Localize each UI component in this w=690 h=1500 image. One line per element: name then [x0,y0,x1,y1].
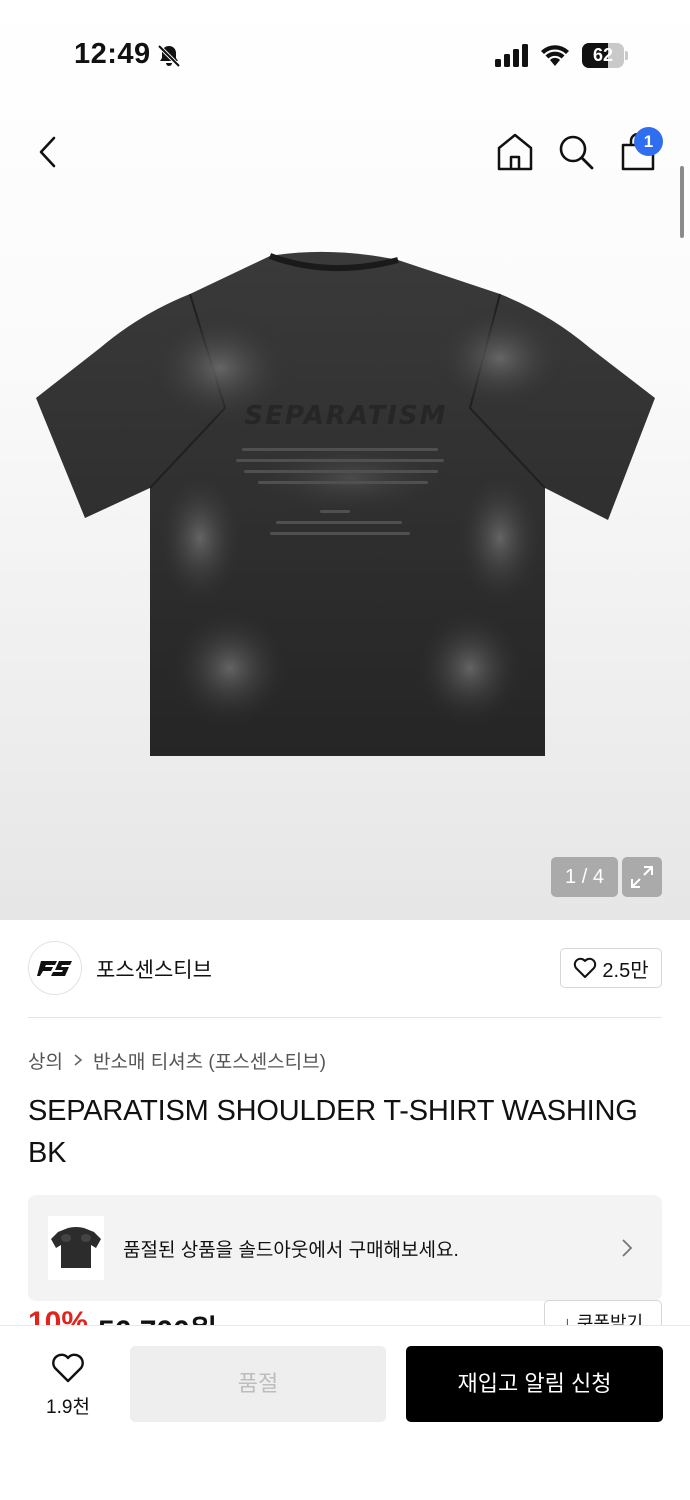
soldout-marketplace-banner[interactable]: 품절된 상품을 솔드아웃에서 구매해보세요. [28,1195,662,1301]
heart-icon [52,1353,84,1383]
soldout-button[interactable]: 품절 [130,1346,386,1422]
bell-muted-icon [157,44,181,68]
product-like-button[interactable]: 1.9천 [28,1348,108,1420]
brand-row: 포스센스티브 2.5만 [0,920,690,1018]
brand-logo-mark-icon [37,961,72,976]
sale-price: 56,700원 [98,1306,217,1326]
status-bar: 12:49 62 [0,0,690,110]
search-button[interactable] [554,130,598,174]
soldout-banner-text: 품절된 상품을 솔드아웃에서 구매해보세요. [123,1240,459,1261]
wifi-icon [541,45,569,66]
brand-logo[interactable] [28,941,82,995]
expand-image-button[interactable] [622,857,662,897]
expand-icon [631,866,653,888]
scrollbar[interactable] [680,166,684,238]
back-button[interactable] [26,130,70,174]
brand-like-count: 2.5만 [602,959,649,982]
status-time: 12:49 [74,38,151,70]
battery-indicator: 62 [582,43,628,68]
battery-percent: 62 [592,45,614,65]
chevron-left-icon [39,136,56,168]
breadcrumb-item-category[interactable]: 상의 [28,1047,63,1074]
bottom-action-bar: 1.9천 품절 재입고 알림 신청 [0,1325,690,1500]
divider [28,1017,662,1018]
product-like-count: 1.9천 [46,1397,90,1418]
chevron-right-icon [622,1239,633,1257]
home-button[interactable] [493,130,537,174]
breadcrumb: 상의 반소매 티셔츠 (포스센스티브) [28,1046,326,1074]
restock-alert-button[interactable]: 재입고 알림 신청 [406,1346,663,1422]
brand-like-button[interactable]: 2.5만 [560,948,662,988]
shirt-print-text: SEPARATISM [245,401,448,431]
cellular-signal-icon [495,44,528,67]
home-icon [497,133,533,171]
product-page: 12:49 62 1 SEPARATISM 1 / 4 포스센스티브 2.5만 … [0,0,690,1500]
discount-rate: 10% [28,1306,89,1326]
chevron-right-icon [74,1054,83,1066]
banner-thumbnail [48,1216,104,1280]
breadcrumb-item-subcategory[interactable]: 반소매 티셔츠 (포스센스티브) [93,1047,326,1074]
heart-icon [574,957,597,978]
brand-name[interactable]: 포스센스티브 [96,954,212,984]
search-icon [559,135,594,170]
coupon-button[interactable]: ↓ 쿠폰받기 [544,1300,662,1326]
product-image-tshirt[interactable]: SEPARATISM [30,248,660,768]
product-title: SEPARATISM SHOULDER T-SHIRT WASHING BK [28,1095,638,1169]
price-row: 10% 56,700원 ↓ 쿠폰받기 [0,1300,690,1326]
image-counter: 1 / 4 [551,857,618,897]
top-navigation [0,110,690,194]
cart-count-badge: 1 [634,127,663,156]
tshirt-thumbnail-icon [51,1227,101,1268]
